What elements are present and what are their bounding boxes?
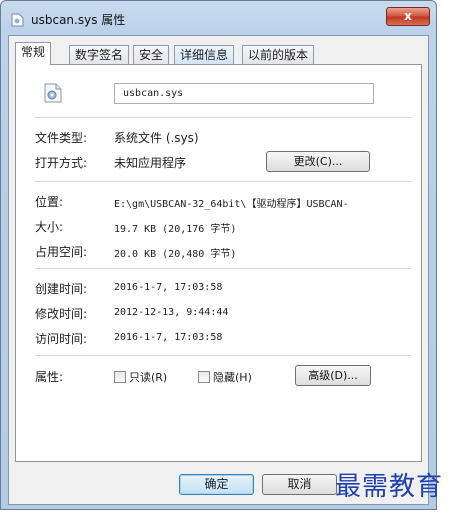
change-button[interactable]: 更改(C)... bbox=[266, 151, 370, 172]
hidden-label[interactable]: 隐藏(H) bbox=[213, 369, 252, 385]
tab-digital-signatures[interactable]: 数字签名 bbox=[69, 45, 130, 64]
accessed-value: 2016-1-7, 17:03:58 bbox=[114, 332, 223, 343]
file-type-label: 文件类型: bbox=[35, 131, 88, 145]
advanced-button[interactable]: 高级(D)... bbox=[295, 365, 371, 386]
system-file-icon bbox=[44, 83, 62, 103]
size-value: 19.7 KB (20,176 字节) bbox=[114, 224, 237, 235]
divider bbox=[35, 181, 411, 182]
ok-button[interactable]: 确定 bbox=[179, 474, 254, 495]
size-label: 大小: bbox=[35, 220, 64, 234]
file-name-field[interactable]: usbcan.sys bbox=[114, 83, 374, 104]
attributes-label: 属性: bbox=[35, 370, 64, 384]
divider bbox=[35, 355, 411, 356]
tab-general[interactable]: 常规 bbox=[15, 42, 52, 65]
modified-label: 修改时间: bbox=[35, 307, 88, 321]
hidden-checkbox[interactable] bbox=[198, 371, 210, 383]
created-value: 2016-1-7, 17:03:58 bbox=[114, 282, 223, 293]
divider bbox=[35, 117, 411, 118]
general-panel: usbcan.sys 文件类型: 系统文件 (.sys) 打开方式: 未知应用程… bbox=[15, 64, 422, 462]
accessed-label: 访问时间: bbox=[35, 332, 88, 346]
readonly-label[interactable]: 只读(R) bbox=[129, 369, 167, 385]
readonly-checkbox[interactable] bbox=[114, 371, 126, 383]
title-bar[interactable]: usbcan.sys 属性 x bbox=[1, 1, 436, 35]
tab-security[interactable]: 安全 bbox=[133, 45, 170, 64]
divider bbox=[35, 268, 411, 269]
properties-window: usbcan.sys 属性 x 常规 数字签名 安全 详细信息 以前的版本 us… bbox=[0, 0, 437, 510]
open-with-value: 未知应用程序 bbox=[114, 156, 187, 170]
close-button[interactable]: x bbox=[386, 7, 430, 26]
location-value: E:\gm\USBCAN-32_64bit\【驱动程序】USBCAN- bbox=[114, 199, 349, 210]
size-on-disk-value: 20.0 KB (20,480 字节) bbox=[114, 249, 237, 260]
tab-previous-versions[interactable]: 以前的版本 bbox=[242, 45, 315, 64]
tab-details[interactable]: 详细信息 bbox=[174, 45, 235, 64]
size-on-disk-label: 占用空间: bbox=[35, 245, 88, 259]
file-type-value: 系统文件 (.sys) bbox=[114, 131, 199, 145]
created-label: 创建时间: bbox=[35, 282, 88, 296]
modified-value: 2012-12-13, 9:44:44 bbox=[114, 307, 229, 318]
watermark-logo: 最需教育 bbox=[334, 472, 443, 502]
file-icon bbox=[11, 13, 24, 27]
location-label: 位置: bbox=[35, 195, 64, 209]
dialog-body: 常规 数字签名 安全 详细信息 以前的版本 usbcan.sys 文件类型: 系… bbox=[8, 35, 429, 505]
open-with-label: 打开方式: bbox=[35, 156, 88, 170]
cancel-button[interactable]: 取消 bbox=[262, 474, 337, 495]
window-title: usbcan.sys 属性 bbox=[31, 13, 126, 27]
